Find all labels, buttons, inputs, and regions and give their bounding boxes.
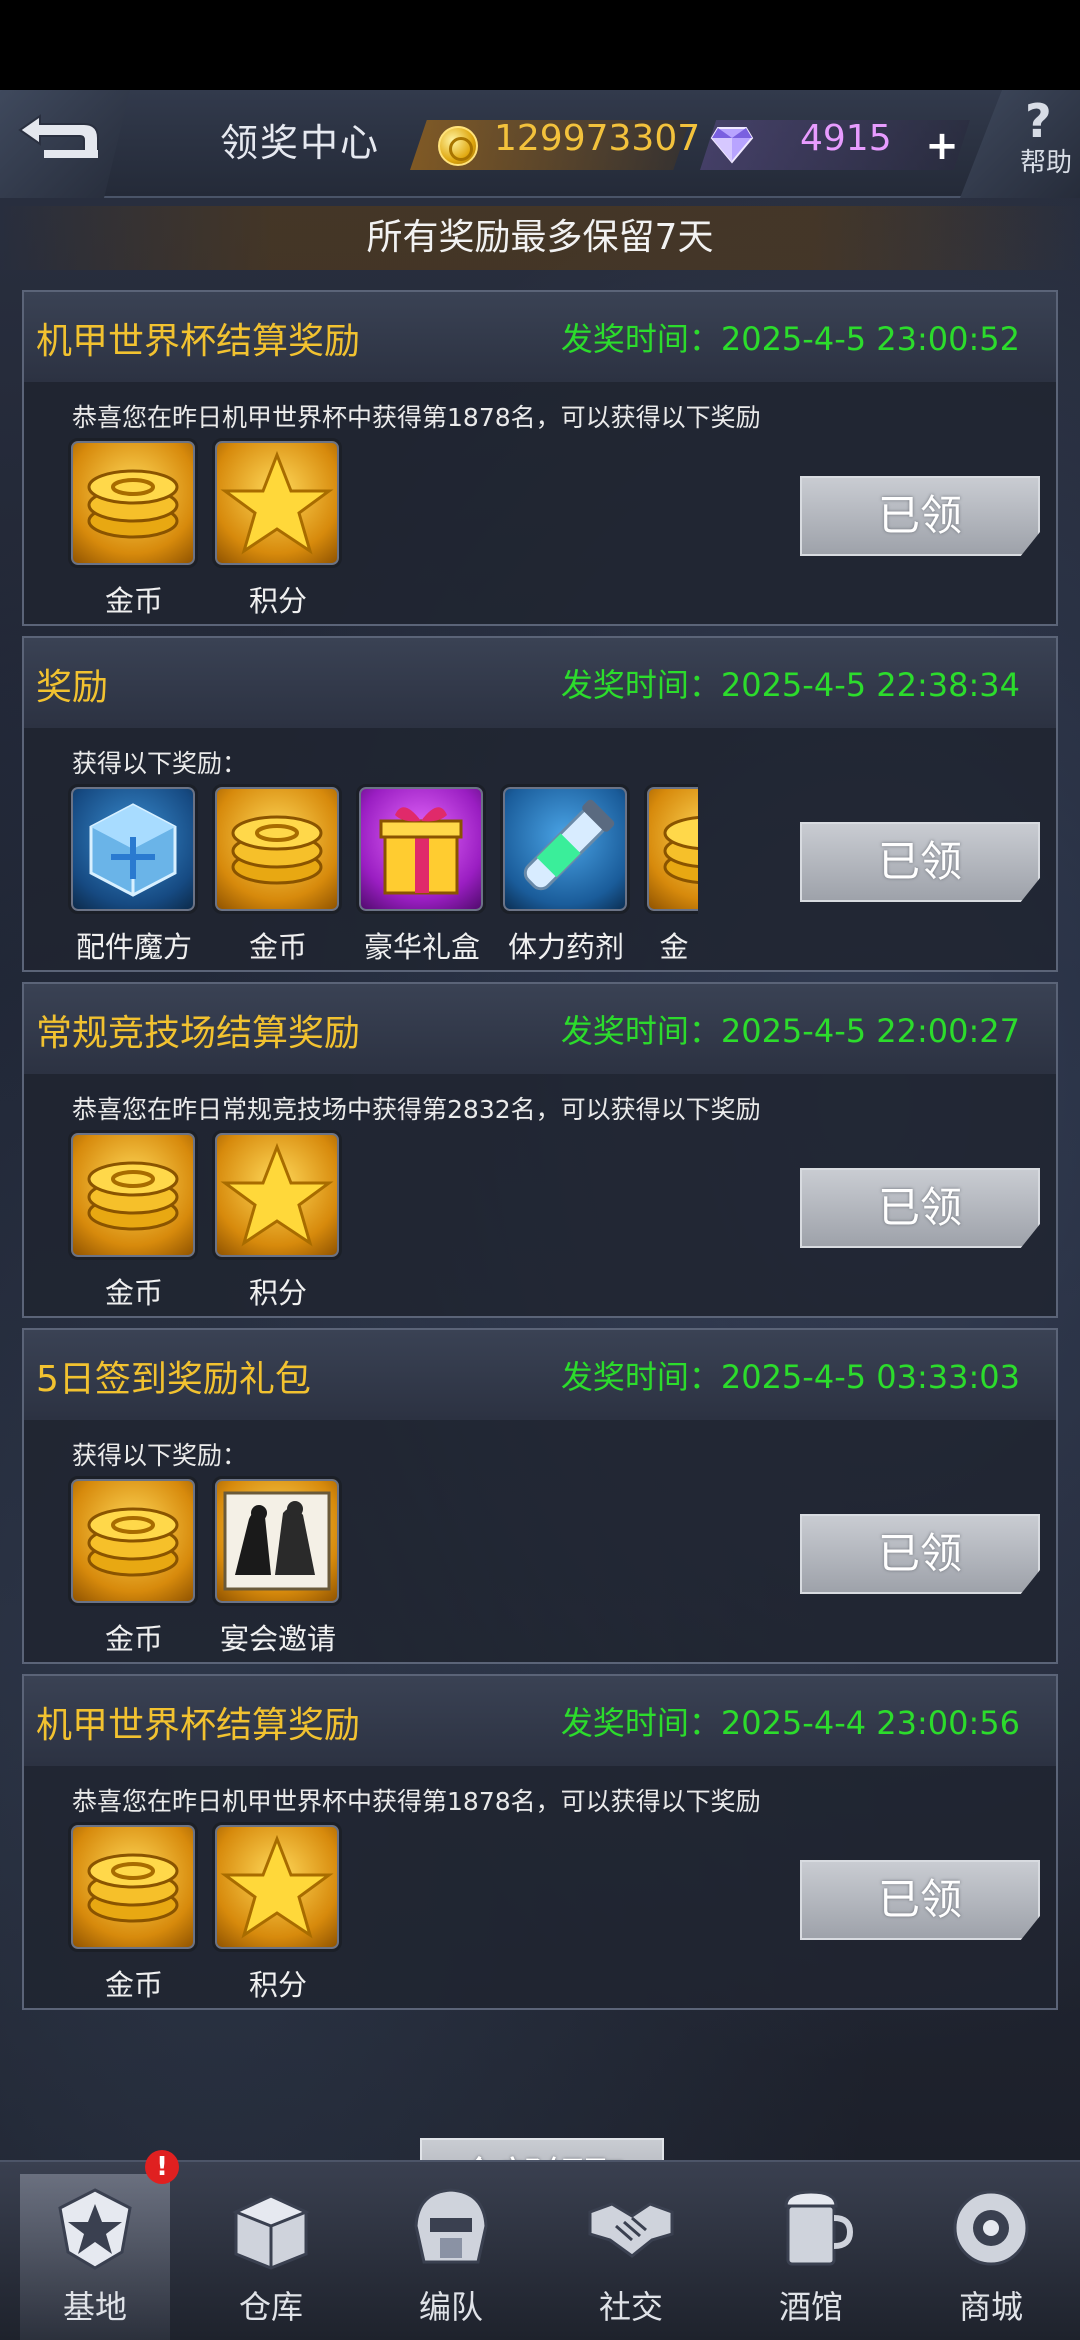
- add-diamond-button[interactable]: +: [922, 126, 962, 168]
- notification-badge: !: [145, 2150, 179, 2184]
- nav-label: 商城: [958, 2288, 1023, 2326]
- help-icon: ?: [1025, 94, 1052, 148]
- diamond-amount: 4915: [800, 118, 892, 159]
- parts-cube-icon: [68, 784, 198, 914]
- nav-label: 编队: [418, 2288, 483, 2326]
- card-description: 恭喜您在昨日机甲世界杯中获得第1878名，可以获得以下奖励: [72, 403, 761, 432]
- reward-items: 37500 金币 750 积分: [68, 438, 728, 618]
- star-icon: [212, 1822, 342, 1952]
- card-description: 获得以下奖励：: [72, 1441, 248, 1470]
- item-name: 宴会邀请: [219, 1622, 336, 1656]
- award-time: 发奖时间：2025-4-5 23:00:52: [560, 320, 1020, 358]
- nav-tab-formation[interactable]: 编队: [376, 2174, 526, 2340]
- gold-coins-icon: [68, 1476, 198, 1606]
- item-name: 金: [659, 930, 689, 964]
- nav-tab-social[interactable]: 社交: [556, 2174, 706, 2340]
- nav-label: 社交: [598, 2288, 663, 2326]
- card-title: 机甲世界杯结算奖励: [36, 1705, 361, 1746]
- item-name: 积分: [248, 1276, 307, 1310]
- claimed-button[interactable]: 已领: [800, 1168, 1040, 1248]
- item-name: 金币: [248, 930, 307, 964]
- top-bar: 领奖中心 129973307 4915 + ? 帮助: [0, 90, 1080, 198]
- item-name: 金币: [104, 1276, 163, 1310]
- nav-tab-tavern[interactable]: 酒馆: [736, 2174, 886, 2340]
- nav-tab-base[interactable]: 基地: [20, 2174, 170, 2340]
- back-button[interactable]: [0, 90, 130, 198]
- reward-center-screen: 领奖中心 129973307 4915 + ? 帮助 所有奖励最多保留7天 机甲…: [0, 90, 1080, 2340]
- mech-helmet-icon: [414, 2188, 488, 2264]
- card-header: 常规竞技场结算奖励 发奖时间：2025-4-5 22:00:27: [24, 984, 1056, 1074]
- diamond-icon: [710, 127, 754, 164]
- card-header: 奖励 发奖时间：2025-4-5 22:38:34: [24, 638, 1056, 728]
- reward-card: 奖励 发奖时间：2025-4-5 22:38:34 获得以下奖励： 1 配件魔方…: [22, 636, 1058, 972]
- gold-coins-icon: [212, 784, 342, 914]
- card-header: 机甲世界杯结算奖励 发奖时间：2025-4-4 23:00:56: [24, 1676, 1056, 1766]
- item-name: 金币: [104, 584, 163, 618]
- reward-card: 机甲世界杯结算奖励 发奖时间：2025-4-5 23:00:52 恭喜您在昨日机…: [22, 290, 1058, 626]
- card-title: 机甲世界杯结算奖励: [36, 321, 361, 362]
- nav-label: 基地: [62, 2288, 127, 2326]
- card-title: 常规竞技场结算奖励: [36, 1013, 361, 1054]
- award-time: 发奖时间：2025-4-5 22:38:34: [560, 666, 1020, 704]
- reward-card: 5日签到奖励礼包 发奖时间：2025-4-5 03:33:03 获得以下奖励： …: [22, 1328, 1058, 1664]
- claimed-button[interactable]: 已领: [800, 476, 1040, 556]
- item-name: 配件魔方: [75, 930, 192, 964]
- nav-label: 仓库: [238, 2288, 303, 2326]
- handshake-icon: [588, 2202, 674, 2258]
- card-description: 恭喜您在昨日常规竞技场中获得第2832名，可以获得以下奖励: [72, 1095, 761, 1124]
- reward-items: 37500 金币 750 积分: [68, 1822, 728, 2002]
- card-title: 5日签到奖励礼包: [36, 1359, 311, 1400]
- reward-card: 机甲世界杯结算奖励 发奖时间：2025-4-4 23:00:56 恭喜您在昨日机…: [22, 1674, 1058, 2010]
- banquet-card-icon: [212, 1476, 342, 1606]
- stamina-potion-icon: [500, 784, 630, 914]
- card-description: 恭喜您在昨日机甲世界杯中获得第1878名，可以获得以下奖励: [72, 1787, 761, 1816]
- reward-items: 50000 金币 3 宴会邀请: [68, 1476, 728, 1656]
- gold-coins-icon: [68, 1822, 198, 1952]
- star-icon: [212, 1130, 342, 1260]
- claimed-button[interactable]: 已领: [800, 822, 1040, 902]
- item-name: 金币: [104, 1622, 163, 1656]
- reward-items: 75000 金币 1500 积分: [68, 1130, 728, 1310]
- star-icon: [212, 438, 342, 568]
- nav-tab-shop[interactable]: 商城: [916, 2174, 1066, 2340]
- claimed-button[interactable]: 已领: [800, 1514, 1040, 1594]
- reward-items: 1 配件魔方 200000 金币 1 豪华礼盒: [68, 784, 698, 964]
- retention-notice: 所有奖励最多保留7天: [0, 206, 1080, 270]
- base-emblem-icon: [58, 2188, 132, 2270]
- card-header: 5日签到奖励礼包 发奖时间：2025-4-5 03:33:03: [24, 1330, 1056, 1420]
- item-name: 积分: [248, 1968, 307, 2002]
- reward-card: 常规竞技场结算奖励 发奖时间：2025-4-5 22:00:27 恭喜您在昨日常…: [22, 982, 1058, 1318]
- award-time: 发奖时间：2025-4-4 23:00:56: [560, 1704, 1020, 1742]
- warehouse-icon: [232, 2194, 310, 2270]
- award-time: 发奖时间：2025-4-5 22:00:27: [560, 1012, 1020, 1050]
- gold-coins-icon: [644, 784, 698, 914]
- tavern-icon: [784, 2190, 854, 2266]
- help-label: 帮助: [1020, 148, 1073, 178]
- nav-label: 酒馆: [778, 2288, 843, 2326]
- item-name: 金币: [104, 1968, 163, 2002]
- gold-coins-icon: [68, 438, 198, 568]
- gift-box-icon: [356, 784, 486, 914]
- back-arrow-icon: [18, 114, 99, 158]
- item-name: 积分: [248, 584, 307, 618]
- gold-amount: 129973307: [494, 118, 701, 159]
- claimed-button[interactable]: 已领: [800, 1860, 1040, 1940]
- award-time: 发奖时间：2025-4-5 03:33:03: [560, 1358, 1020, 1396]
- gold-coin-icon: [438, 126, 478, 166]
- shop-icon: [953, 2190, 1029, 2266]
- card-header: 机甲世界杯结算奖励 发奖时间：2025-4-5 23:00:52: [24, 292, 1056, 382]
- page-title: 领奖中心: [220, 121, 381, 165]
- card-description: 获得以下奖励：: [72, 749, 248, 778]
- item-name: 体力药剂: [507, 930, 624, 964]
- item-name: 豪华礼盒: [363, 930, 480, 964]
- gold-coins-icon: [68, 1130, 198, 1260]
- nav-tab-warehouse[interactable]: 仓库: [196, 2174, 346, 2340]
- card-title: 奖励: [36, 667, 109, 708]
